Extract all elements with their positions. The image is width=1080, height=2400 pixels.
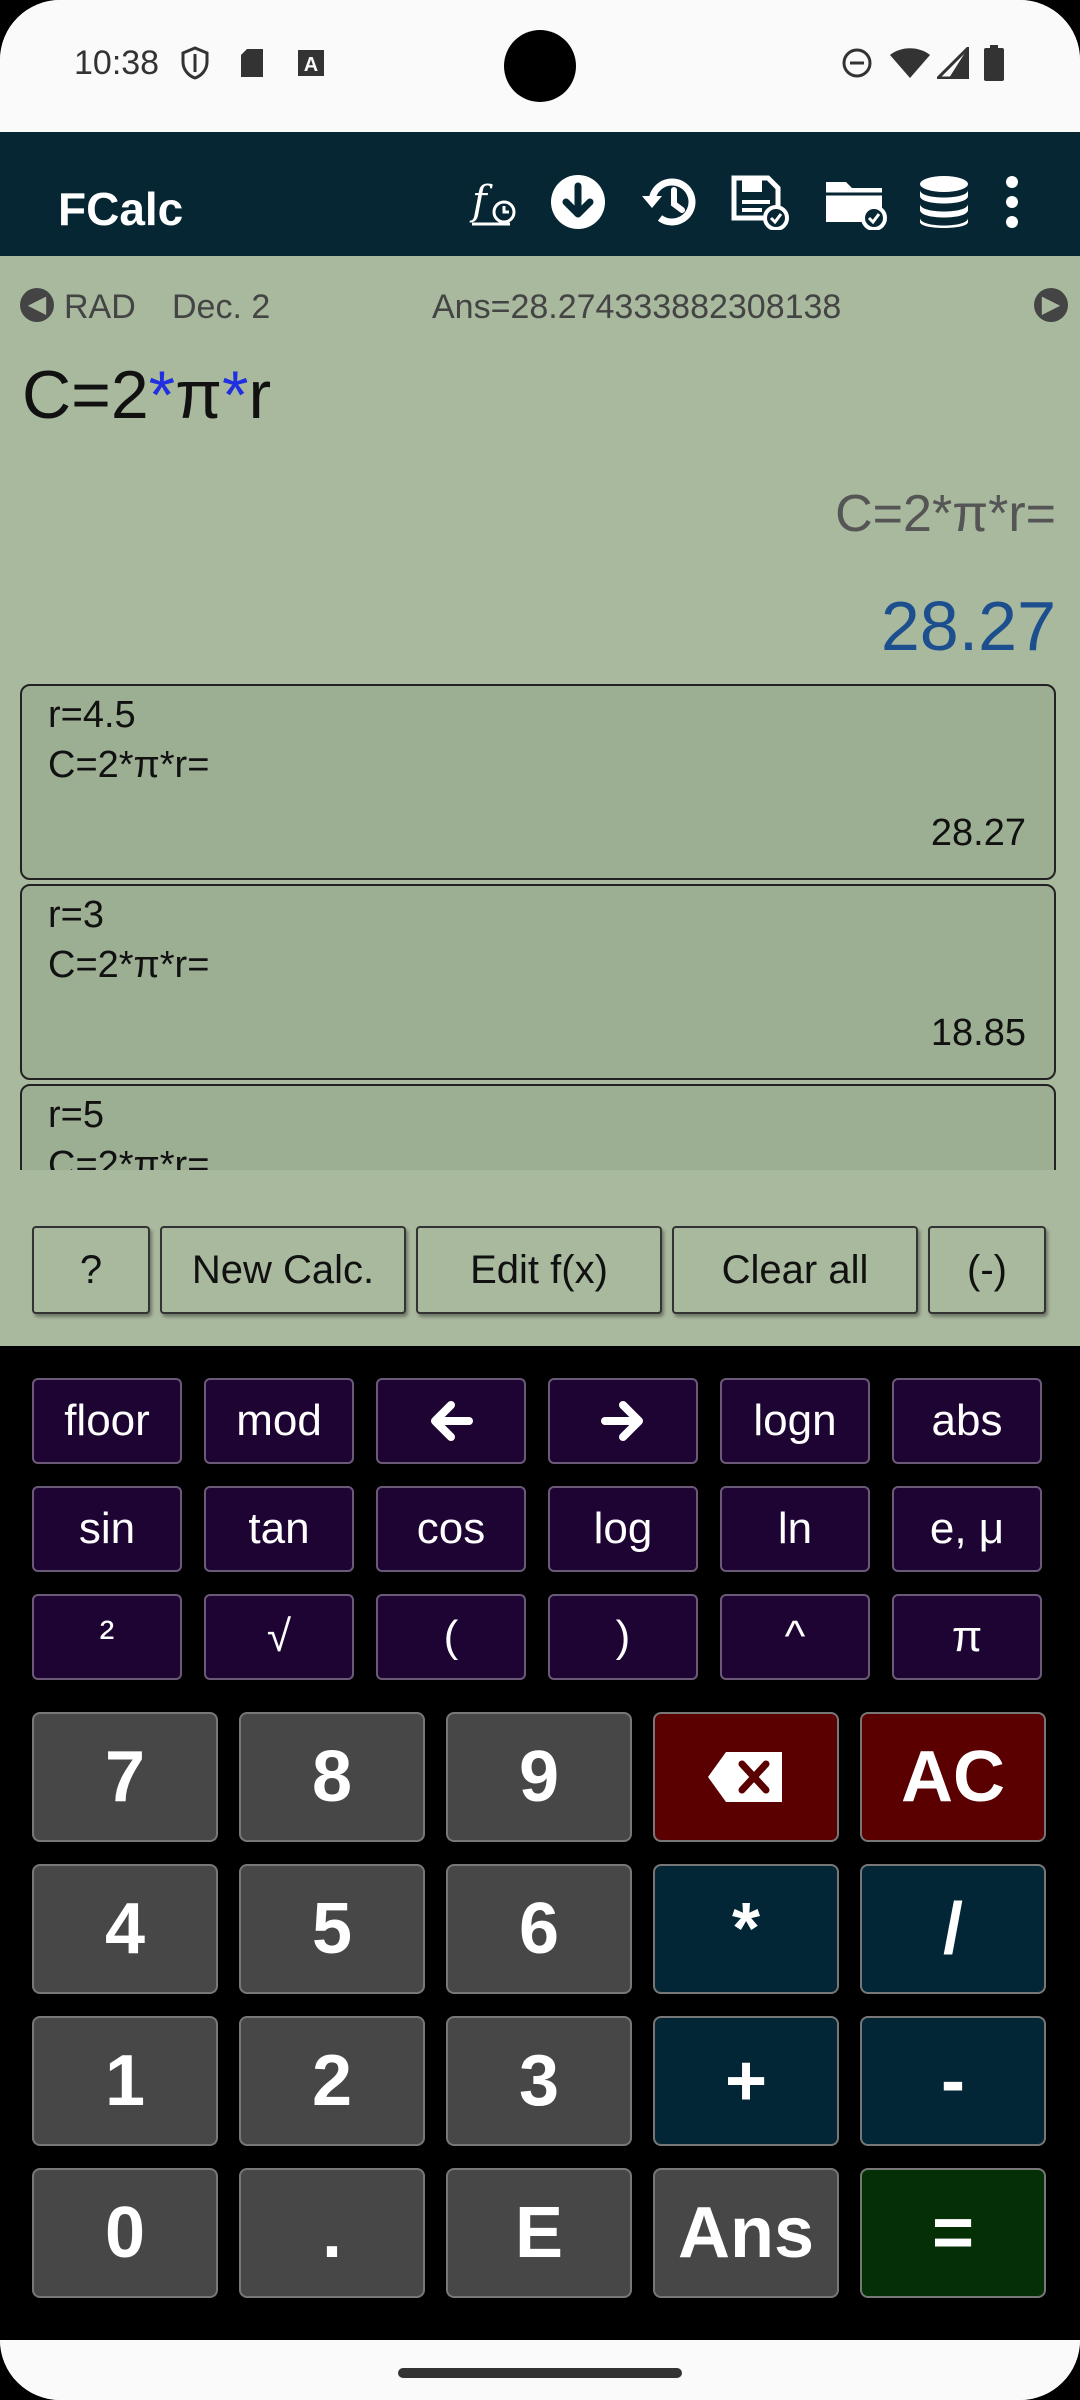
folder-icon[interactable] <box>824 172 888 232</box>
edit-fx-button[interactable]: Edit f(x) <box>416 1226 662 1314</box>
arrow-left-icon: ◀ <box>20 288 54 322</box>
history-formula: C=2*π*r= <box>48 944 210 986</box>
key-ans[interactable]: Ans <box>653 2168 839 2298</box>
key-0[interactable]: 0 <box>32 2168 218 2298</box>
arrow-right-icon: ▶ <box>1034 288 1068 322</box>
history-item[interactable]: r=3 C=2*π*r= 18.85 <box>20 884 1056 1080</box>
wifi-icon <box>888 46 932 80</box>
expression-operator: * <box>148 357 176 433</box>
expression-part: C=2 <box>22 357 149 433</box>
save-icon[interactable] <box>728 172 792 232</box>
decimals-label[interactable]: Dec. 2 <box>172 288 270 327</box>
battery-icon <box>982 45 1006 81</box>
key-6[interactable]: 6 <box>446 1864 632 1994</box>
key-floor[interactable]: floor <box>32 1378 182 1464</box>
history-variable: r=5 <box>48 1094 104 1136</box>
result-value: 28.27 <box>880 587 1056 665</box>
key-plus[interactable]: + <box>653 2016 839 2146</box>
expression-operator: * <box>222 357 249 433</box>
database-icon[interactable] <box>912 172 976 232</box>
help-button[interactable]: ? <box>32 1226 150 1314</box>
key-multiply[interactable]: * <box>653 1864 839 1994</box>
history-item[interactable]: r=5 C=2*π*r= <box>20 1084 1056 1170</box>
key-cursor-right[interactable] <box>548 1378 698 1464</box>
key-paren-open[interactable]: ( <box>376 1594 526 1680</box>
key-decimal[interactable]: . <box>239 2168 425 2298</box>
key-abs[interactable]: abs <box>892 1378 1042 1464</box>
key-divide[interactable]: / <box>860 1864 1046 1994</box>
history-variable: r=4.5 <box>48 694 136 736</box>
key-2[interactable]: 2 <box>239 2016 425 2146</box>
key-minus[interactable]: - <box>860 2016 1046 2146</box>
history-value: 28.27 <box>930 812 1026 854</box>
arrow-left-icon <box>431 1401 473 1441</box>
keypad: floor mod logn abs sin tan cos log ln e,… <box>0 1346 1080 2340</box>
key-square[interactable]: ² <box>32 1594 182 1680</box>
info-row: ◀ RAD Dec. 2 Ans=28.274333882308138 ▶ <box>0 288 1080 328</box>
key-e-mu[interactable]: e, μ <box>892 1486 1042 1572</box>
function-history-icon[interactable]: f <box>462 172 526 232</box>
key-logn[interactable]: logn <box>720 1378 870 1464</box>
key-sqrt[interactable]: √ <box>204 1594 354 1680</box>
expression-part: π <box>175 357 223 433</box>
key-power[interactable]: ^ <box>720 1594 870 1680</box>
svg-text:A: A <box>304 54 318 76</box>
shield-icon <box>178 46 212 80</box>
history-value: 18.85 <box>930 1012 1026 1054</box>
key-1[interactable]: 1 <box>32 2016 218 2146</box>
key-9[interactable]: 9 <box>446 1712 632 1842</box>
sd-card-icon <box>238 46 266 80</box>
key-tan[interactable]: tan <box>204 1486 354 1572</box>
expression-part: r <box>248 357 272 433</box>
key-7[interactable]: 7 <box>32 1712 218 1842</box>
ans-label: Ans=28.274333882308138 <box>432 288 842 326</box>
navigation-bar <box>0 2340 1080 2400</box>
key-cursor-left[interactable] <box>376 1378 526 1464</box>
dnd-icon <box>840 46 874 80</box>
key-5[interactable]: 5 <box>239 1864 425 1994</box>
key-exponent[interactable]: E <box>446 2168 632 2298</box>
key-log[interactable]: log <box>548 1486 698 1572</box>
app-title: FCalc <box>58 183 184 235</box>
key-paren-close[interactable]: ) <box>548 1594 698 1680</box>
key-mod[interactable]: mod <box>204 1378 354 1464</box>
key-ac[interactable]: AC <box>860 1712 1046 1842</box>
key-8[interactable]: 8 <box>239 1712 425 1842</box>
status-bar: 10:38 A <box>0 0 1080 132</box>
svg-text:f: f <box>469 178 493 224</box>
key-sin[interactable]: sin <box>32 1486 182 1572</box>
expression-input[interactable]: C=2*π*r <box>22 356 271 434</box>
font-a-icon: A <box>296 46 326 80</box>
history-formula: C=2*π*r= <box>48 1144 210 1170</box>
key-4[interactable]: 4 <box>32 1864 218 1994</box>
key-equals[interactable]: = <box>860 2168 1046 2298</box>
key-backspace[interactable] <box>653 1712 839 1842</box>
history-icon[interactable] <box>638 172 702 232</box>
status-time: 10:38 <box>74 44 160 82</box>
more-vert-icon[interactable] <box>990 172 1034 232</box>
download-icon[interactable] <box>546 172 610 232</box>
device-frame: 10:38 A FCalc f ◀ RAD Dec. 2 Ans=28.2743… <box>0 0 1080 2400</box>
key-ln[interactable]: ln <box>720 1486 870 1572</box>
history-list[interactable]: r=4.5 C=2*π*r= 28.27 r=3 C=2*π*r= 18.85 … <box>0 684 1080 1170</box>
home-gesture-handle[interactable] <box>398 2368 682 2378</box>
key-cos[interactable]: cos <box>376 1486 526 1572</box>
new-calc-button[interactable]: New Calc. <box>160 1226 406 1314</box>
backspace-icon <box>708 1752 782 1802</box>
key-3[interactable]: 3 <box>446 2016 632 2146</box>
signal-icon <box>936 46 970 80</box>
history-formula: C=2*π*r= <box>48 744 210 786</box>
history-item[interactable]: r=4.5 C=2*π*r= 28.27 <box>20 684 1056 880</box>
angle-mode-label[interactable]: RAD <box>64 288 136 327</box>
key-pi[interactable]: π <box>892 1594 1042 1680</box>
clear-all-button[interactable]: Clear all <box>672 1226 918 1314</box>
action-button-row: ? New Calc. Edit f(x) Clear all (-) <box>0 1226 1080 1316</box>
calculator-display: ◀ RAD Dec. 2 Ans=28.274333882308138 ▶ C=… <box>0 256 1080 1346</box>
result-expression: C=2*π*r= <box>835 485 1056 543</box>
history-variable: r=3 <box>48 894 104 936</box>
app-bar: FCalc f <box>0 132 1080 256</box>
camera-cutout <box>504 30 576 102</box>
negate-button[interactable]: (-) <box>928 1226 1046 1314</box>
arrow-right-icon <box>601 1401 643 1441</box>
